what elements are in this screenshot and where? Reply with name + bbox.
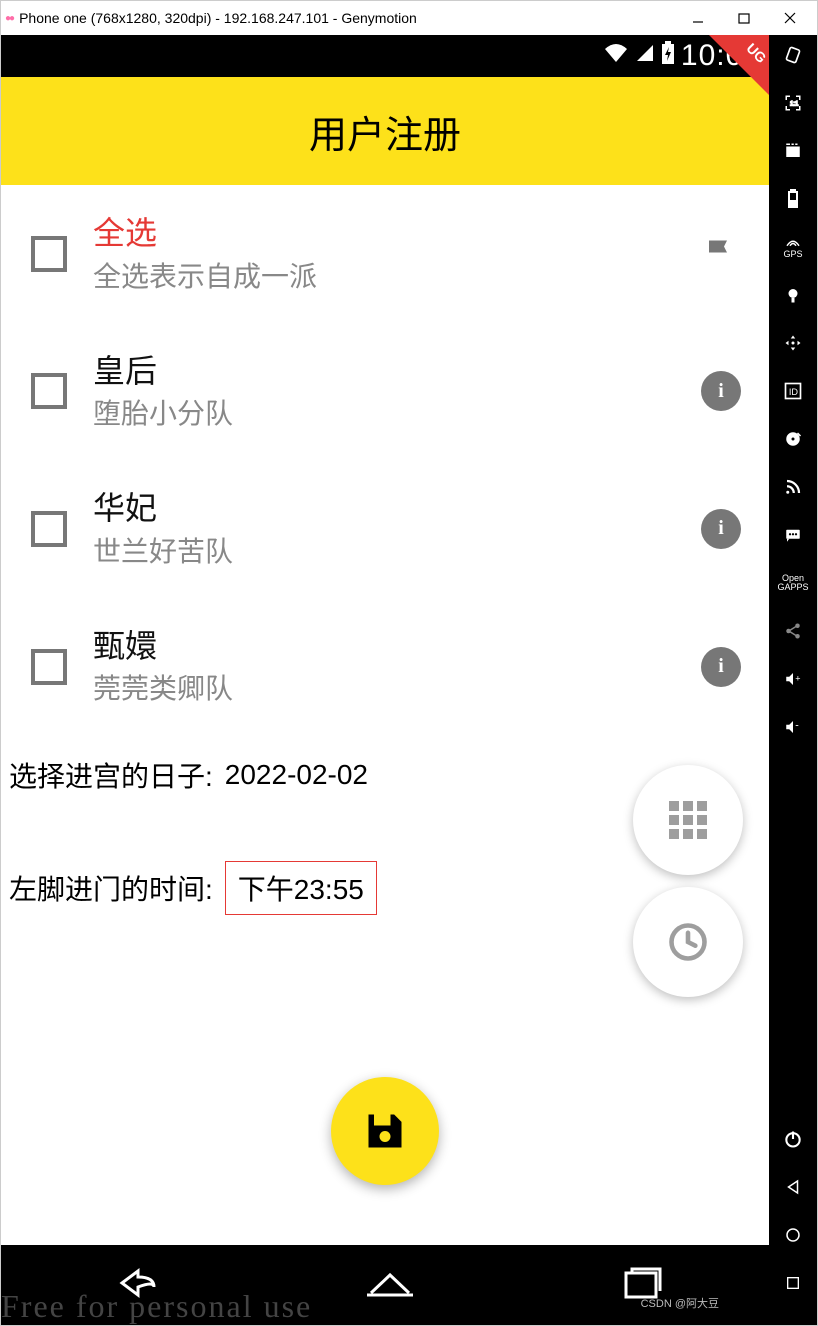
item-text: 皇后堕胎小分队 bbox=[93, 351, 675, 433]
item-subtitle: 世兰好苦队 bbox=[93, 530, 675, 570]
android-statusbar[interactable]: 10:04 bbox=[1, 35, 769, 77]
svg-text:-: - bbox=[795, 720, 799, 732]
volume-up-icon[interactable]: + bbox=[777, 663, 809, 695]
nav-home-icon[interactable] bbox=[777, 1219, 809, 1251]
window-title: Phone one (768x1280, 320dpi) - 192.168.2… bbox=[19, 10, 675, 26]
item-title: 华妃 bbox=[93, 488, 675, 530]
item-subtitle: 莞莞类卿队 bbox=[93, 667, 675, 707]
volume-down-icon[interactable]: - bbox=[777, 711, 809, 743]
camera-icon[interactable] bbox=[777, 279, 809, 311]
power-icon[interactable] bbox=[777, 1123, 809, 1155]
info-icon[interactable]: i bbox=[701, 371, 741, 411]
wifi-icon bbox=[603, 43, 629, 69]
clock-fab[interactable] bbox=[633, 887, 743, 997]
nav-back-icon[interactable] bbox=[777, 1171, 809, 1203]
checkbox[interactable] bbox=[31, 511, 67, 547]
home-button[interactable] bbox=[363, 1263, 417, 1308]
list-item[interactable]: 全选全选表示自成一派 bbox=[1, 185, 769, 323]
screencast-icon[interactable] bbox=[777, 135, 809, 167]
battery-charging-icon bbox=[661, 41, 675, 71]
item-title: 全选 bbox=[93, 213, 675, 255]
rotate-icon[interactable] bbox=[777, 39, 809, 71]
cell-signal-icon bbox=[635, 43, 655, 69]
svg-text:ID: ID bbox=[789, 387, 799, 397]
debug-banner bbox=[709, 35, 769, 95]
item-text: 华妃世兰好苦队 bbox=[93, 488, 675, 570]
list-item[interactable]: 皇后堕胎小分队 i bbox=[1, 323, 769, 461]
content-area: 全选全选表示自成一派皇后堕胎小分队i华妃世兰好苦队i甄嬛莞莞类卿队i 选择进宫的… bbox=[1, 185, 769, 1245]
android-navbar bbox=[1, 1245, 769, 1325]
nav-recents-icon[interactable] bbox=[777, 1267, 809, 1299]
back-button[interactable] bbox=[102, 1263, 162, 1308]
app-bar: 用户注册 bbox=[1, 77, 769, 185]
svg-text:1:1: 1:1 bbox=[790, 101, 799, 107]
csdn-watermark: CSDN @阿大豆 bbox=[641, 1295, 719, 1311]
time-label: 左脚进门的时间: bbox=[9, 868, 213, 908]
info-icon[interactable]: i bbox=[701, 509, 741, 549]
gapps-icon[interactable]: Open GAPPS bbox=[777, 567, 809, 599]
save-fab[interactable] bbox=[331, 1077, 439, 1185]
item-text: 甄嬛莞莞类卿队 bbox=[93, 626, 675, 708]
dialpad-fab[interactable] bbox=[633, 765, 743, 875]
os-titlebar: ●● Phone one (768x1280, 320dpi) - 192.16… bbox=[1, 1, 817, 35]
sms-icon[interactable] bbox=[777, 519, 809, 551]
info-icon[interactable]: i bbox=[701, 647, 741, 687]
flag-icon[interactable] bbox=[701, 234, 741, 274]
clock-icon bbox=[666, 920, 710, 964]
svg-text:+: + bbox=[795, 673, 800, 683]
app-icon: ●● bbox=[5, 13, 13, 24]
page-title: 用户注册 bbox=[309, 104, 461, 159]
time-value[interactable]: 下午23:55 bbox=[225, 861, 377, 915]
disk-icon[interactable] bbox=[777, 423, 809, 455]
network-icon[interactable] bbox=[777, 471, 809, 503]
gps-icon[interactable]: GPS bbox=[777, 231, 809, 263]
date-value[interactable]: 2022-02-02 bbox=[225, 759, 368, 791]
fullscreen-icon[interactable]: 1:1 bbox=[777, 87, 809, 119]
phone-screen: 10:04 UG 用户注册 全选全选表示自成一派皇后堕胎小分队i华妃世兰好苦队i… bbox=[1, 35, 769, 1325]
list-item[interactable]: 甄嬛莞莞类卿队 i bbox=[1, 598, 769, 736]
battery-icon[interactable] bbox=[777, 183, 809, 215]
list-item[interactable]: 华妃世兰好苦队 i bbox=[1, 460, 769, 598]
item-text: 全选全选表示自成一派 bbox=[93, 213, 675, 295]
checkbox[interactable] bbox=[31, 649, 67, 685]
item-title: 皇后 bbox=[93, 351, 675, 393]
date-label: 选择进宫的日子: bbox=[9, 755, 213, 795]
move-icon[interactable] bbox=[777, 327, 809, 359]
genymotion-sidebar: 1:1 GPS ID Open GAPPS + - bbox=[769, 35, 817, 1325]
maximize-button[interactable] bbox=[721, 4, 767, 32]
checkbox[interactable] bbox=[31, 236, 67, 272]
dialpad-icon bbox=[669, 801, 707, 839]
checkbox[interactable] bbox=[31, 373, 67, 409]
save-icon bbox=[363, 1109, 407, 1153]
item-title: 甄嬛 bbox=[93, 626, 675, 668]
minimize-button[interactable] bbox=[675, 4, 721, 32]
close-button[interactable] bbox=[767, 4, 813, 32]
item-subtitle: 堕胎小分队 bbox=[93, 392, 675, 432]
item-subtitle: 全选表示自成一派 bbox=[93, 255, 675, 295]
share-icon[interactable] bbox=[777, 615, 809, 647]
identifier-icon[interactable]: ID bbox=[777, 375, 809, 407]
